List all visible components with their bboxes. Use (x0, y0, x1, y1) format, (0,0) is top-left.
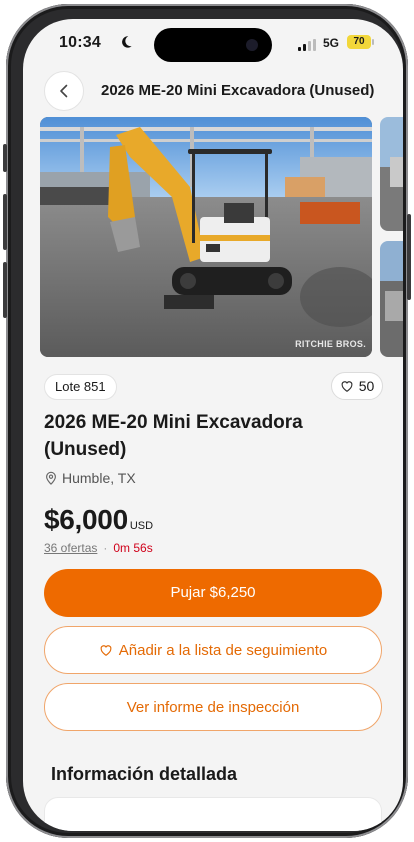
main-photo[interactable]: RITCHIE BROS. (40, 117, 372, 357)
photo-watermark: RITCHIE BROS. (295, 339, 366, 349)
back-chevron-icon (60, 84, 68, 98)
excavator-photo (40, 117, 372, 357)
price-currency: USD (129, 520, 154, 532)
moon-icon (122, 36, 132, 48)
favorite-count-button[interactable]: 50 (331, 372, 383, 400)
inspection-report-button[interactable]: Ver informe de inspección (44, 683, 382, 731)
volume-down-button (3, 262, 7, 318)
listing-title: 2026 ME-20 Mini Excavadora (Unused) (44, 412, 303, 460)
thumbnail-photo[interactable] (380, 241, 403, 357)
dynamic-island (154, 28, 272, 62)
meta-separator: · (103, 541, 108, 555)
location-pin-icon (46, 471, 56, 485)
current-price: $6,000 (44, 504, 128, 535)
volume-up-button (3, 194, 7, 250)
power-button (407, 214, 411, 300)
page-header: 2026 ME-20 Mini Excavadora (Unused) (23, 69, 403, 113)
location-text: Humble, TX (62, 470, 136, 486)
place-bid-button[interactable]: Pujar $6,250 (44, 569, 382, 617)
battery-indicator: 70 (347, 35, 374, 49)
action-button (3, 144, 7, 172)
status-bar: 10:34 5G 70 (23, 19, 403, 69)
lot-badge: Lote 851 (44, 374, 117, 400)
back-button[interactable] (44, 71, 84, 111)
time-remaining: 0m 56s (113, 541, 153, 555)
details-section-title: Información detallada (51, 764, 238, 784)
inspection-label: Ver informe de inspección (126, 698, 300, 716)
add-to-watchlist-button[interactable]: Añadir a la lista de seguimiento (44, 626, 382, 674)
status-time: 10:34 (59, 34, 101, 51)
details-card (44, 797, 382, 831)
price-row: $6,000 USD (44, 504, 153, 536)
likes-count: 50 (358, 378, 375, 394)
header-title: 2026 ME-20 Mini Excavadora (Unused) (101, 82, 375, 99)
phone-frame: 10:34 5G 70 2026 ME-20 Mini Excavadora (… (3, 4, 411, 838)
signal-icon (298, 39, 316, 51)
location: Humble, TX (44, 470, 136, 486)
bid-count-link[interactable]: 36 ofertas (44, 541, 97, 555)
network-label: 5G (323, 36, 340, 50)
bid-meta: 36 ofertas · 0m 56s (44, 541, 153, 555)
photo-gallery[interactable]: RITCHIE BROS. (40, 117, 403, 357)
screen: 10:34 5G 70 2026 ME-20 Mini Excavadora (… (23, 19, 403, 831)
heart-icon (100, 645, 112, 656)
thumbnail-photo[interactable] (380, 117, 403, 231)
watchlist-label: Añadir a la lista de seguimiento (118, 641, 328, 659)
heart-icon (341, 381, 353, 392)
